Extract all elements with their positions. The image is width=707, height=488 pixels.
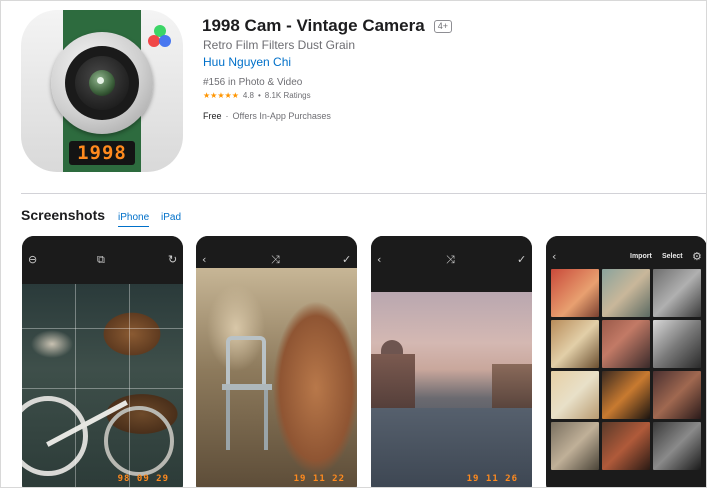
gallery-thumbnail (653, 422, 701, 470)
gallery-thumbnail (653, 269, 701, 317)
tab-ipad[interactable]: iPad (161, 212, 181, 223)
ratings-count: 8.1K Ratings (264, 91, 311, 100)
gallery-thumbnail (551, 371, 599, 419)
gallery-thumbnail (653, 371, 701, 419)
date-stamp: 19 11 26 (466, 474, 518, 484)
camera-top-bar: ⊖ ⧉ ↻ (22, 236, 183, 284)
grid-line (22, 388, 183, 389)
check-icon: ✓ (342, 253, 352, 266)
tab-iphone[interactable]: iPhone (118, 212, 149, 223)
price-row: Free · Offers In-App Purchases (203, 111, 331, 121)
screenshots-heading: Screenshots (21, 207, 106, 223)
grid-line (22, 328, 183, 329)
gallery-top-bar: ‹ Import Select ⚙ (546, 236, 706, 269)
editor-top-bar: ‹ ⤨ ✓ (371, 236, 532, 292)
chair-leg (226, 390, 230, 450)
grid-line (75, 284, 76, 487)
star-rating-icon: ★★★★★ (203, 91, 239, 100)
price-separator: · (225, 111, 229, 121)
chair-back (226, 336, 266, 386)
select-button: Select (662, 253, 683, 260)
section-divider (21, 193, 706, 194)
bicycle-wheel (104, 406, 174, 476)
gallery-thumbnail (602, 320, 650, 368)
crop-icon: ⧉ (97, 253, 105, 266)
gallery-thumbnail (602, 269, 650, 317)
icon-counter-display: 1998 (69, 141, 135, 165)
selected-tab-indicator (118, 226, 149, 227)
photo-gallery-grid (551, 269, 704, 470)
app-title: 1998 Cam - Vintage Camera (202, 16, 425, 35)
category-ranking[interactable]: #156 in Photo & Video (203, 77, 302, 88)
refresh-icon: ↻ (168, 253, 178, 266)
rating-row: ★★★★★ 4.8 • 8.1K Ratings (203, 91, 311, 100)
lens-core (89, 70, 115, 96)
app-store-page: 1998 1998 Cam - Vintage Camera 4+ Retro … (0, 0, 707, 488)
screenshot-1[interactable]: ⊖ ⧉ ↻ 98 09 29 (22, 236, 183, 487)
check-icon: ✓ (517, 253, 527, 266)
circle-minus-icon: ⊖ (28, 253, 38, 266)
settings-icon: ⚙ (692, 250, 702, 263)
price: Free (203, 111, 222, 121)
camera-lens-icon (51, 32, 153, 134)
back-chevron-icon: ‹ (552, 250, 557, 263)
grid-line (129, 284, 130, 487)
gallery-thumbnail (551, 422, 599, 470)
gallery-thumbnail (602, 371, 650, 419)
app-title-row: 1998 Cam - Vintage Camera 4+ (202, 16, 452, 36)
rating-value: 4.8 (242, 91, 254, 100)
back-chevron-icon: ‹ (377, 253, 382, 266)
screenshot-2-photo (196, 268, 357, 487)
lens-ring (65, 46, 139, 120)
back-chevron-icon: ‹ (202, 253, 207, 266)
gallery-thumbnail (653, 320, 701, 368)
shuffle-icon: ⤨ (271, 253, 280, 266)
gallery-thumbnail (551, 320, 599, 368)
date-stamp: 98 09 29 (117, 474, 169, 484)
screenshot-2[interactable]: ‹ ⤨ ✓ 19 11 22 (196, 236, 357, 487)
in-app-purchases: Offers In-App Purchases (232, 111, 331, 121)
rgb-circles-icon (147, 24, 173, 50)
screenshot-4[interactable]: ‹ Import Select ⚙ (546, 236, 706, 487)
gallery-thumbnail (551, 269, 599, 317)
import-button: Import (630, 253, 652, 260)
developer-link[interactable]: Huu Nguyen Chi (203, 55, 291, 69)
screenshot-3[interactable]: ‹ ⤨ ✓ 19 11 26 (371, 236, 532, 487)
age-rating-badge: 4+ (433, 19, 452, 33)
app-subtitle: Retro Film Filters Dust Grain (203, 38, 356, 52)
date-stamp: 19 11 22 (293, 474, 345, 484)
lens-glint (97, 77, 104, 84)
shuffle-icon: ⤨ (446, 253, 455, 266)
app-icon[interactable]: 1998 (21, 10, 183, 172)
editor-top-bar: ‹ ⤨ ✓ (196, 236, 357, 268)
chair-leg (264, 390, 268, 450)
rating-separator: • (257, 91, 261, 100)
gallery-thumbnail (602, 422, 650, 470)
lens-middle (75, 56, 129, 110)
